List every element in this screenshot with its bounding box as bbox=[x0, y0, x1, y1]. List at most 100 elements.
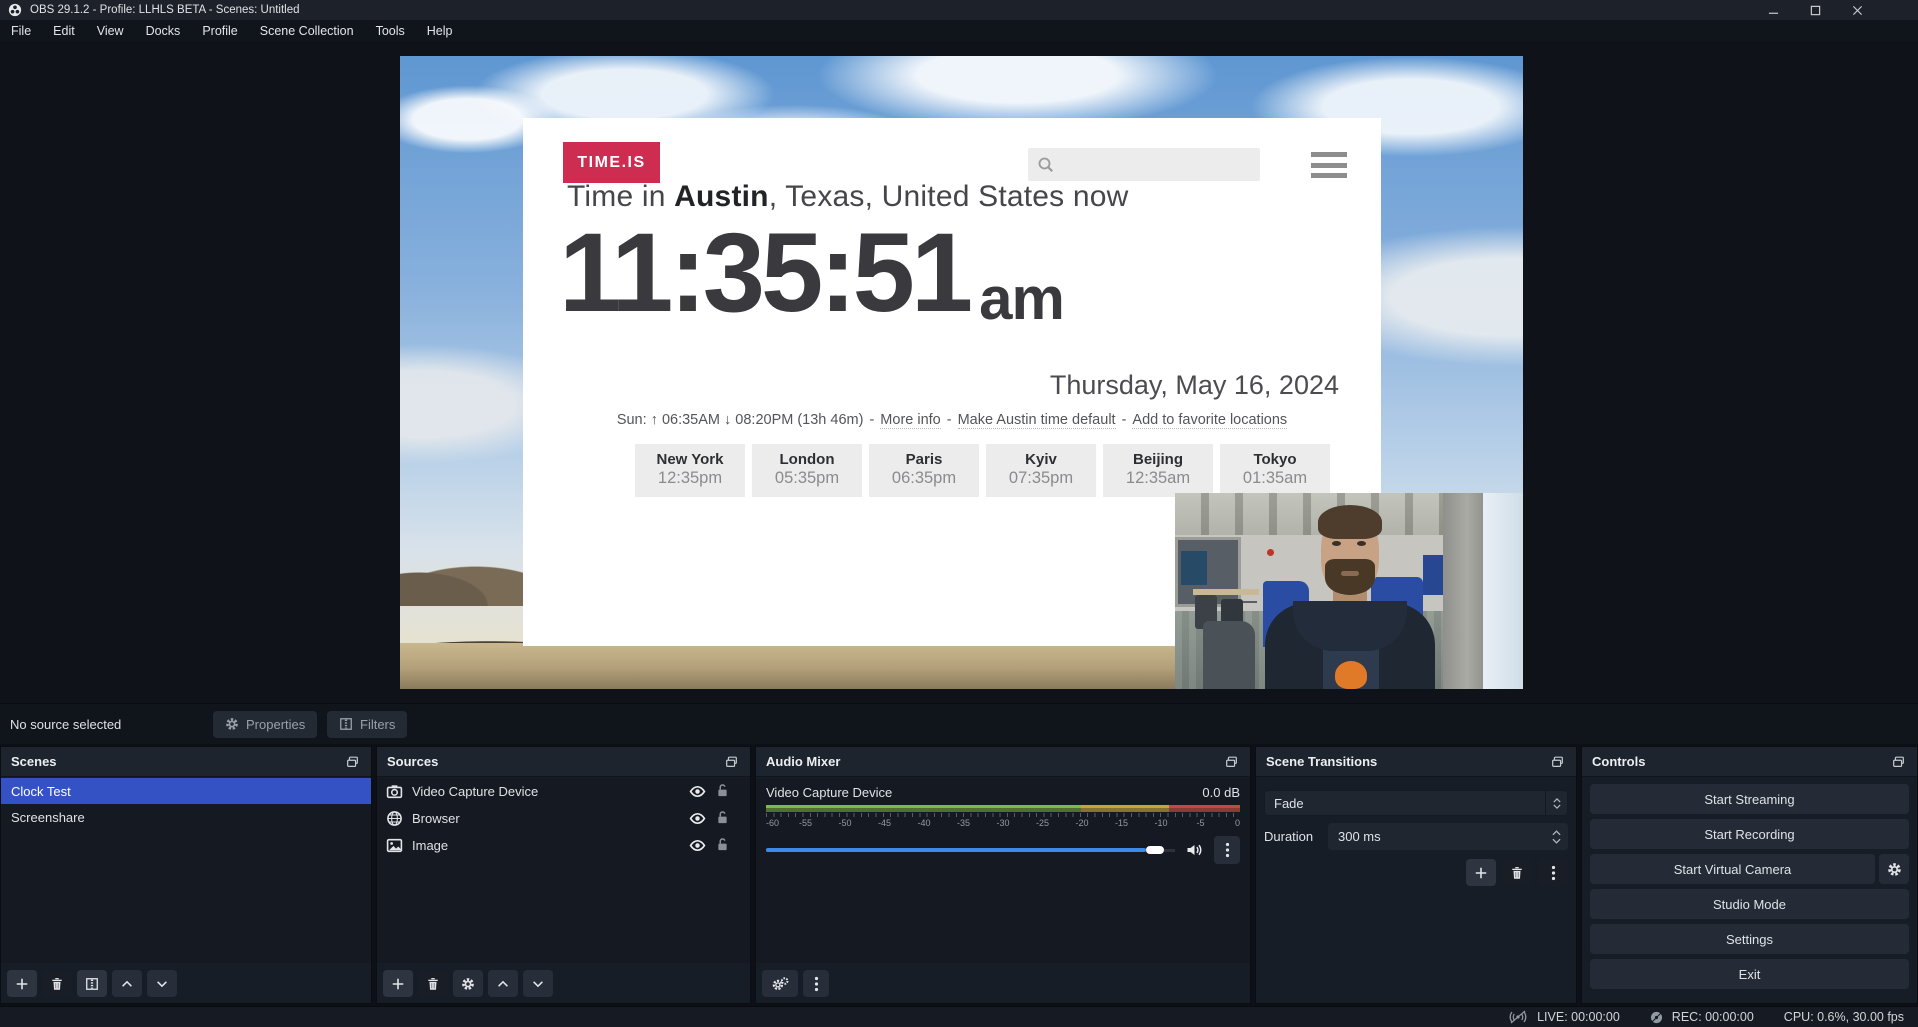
obs-logo-icon bbox=[8, 3, 22, 17]
sun-times: Sun: ↑ 06:35AM ↓ 08:20PM (13h 46m) bbox=[617, 412, 864, 429]
obs-window: OBS 29.1.2 - Profile: LLHLS BETA - Scene… bbox=[0, 0, 1918, 1027]
start-recording-button[interactable]: Start Recording bbox=[1590, 819, 1909, 849]
spin-down-icon[interactable] bbox=[1552, 838, 1561, 844]
webcam-person-hair bbox=[1318, 505, 1382, 539]
menu-edit[interactable]: Edit bbox=[42, 20, 86, 41]
hamburger-menu-icon bbox=[1311, 152, 1347, 178]
start-streaming-button[interactable]: Start Streaming bbox=[1590, 784, 1909, 814]
broadcast-off-icon bbox=[1508, 1010, 1528, 1024]
mixer-channel-menu-button[interactable] bbox=[1214, 836, 1240, 864]
preview-canvas[interactable]: TIME.IS Time in Austin, Texas, United St… bbox=[400, 56, 1523, 689]
remove-source-button[interactable] bbox=[418, 970, 448, 997]
source-toolbar: No source selected Properties Filters bbox=[0, 703, 1918, 744]
start-virtual-camera-button[interactable]: Start Virtual Camera bbox=[1590, 854, 1875, 884]
volume-slider-handle[interactable] bbox=[1146, 846, 1164, 854]
lock-icon[interactable] bbox=[715, 783, 732, 800]
transition-select[interactable]: Fade bbox=[1264, 790, 1568, 816]
popout-icon[interactable] bbox=[1222, 754, 1240, 770]
remove-transition-button[interactable] bbox=[1502, 859, 1532, 886]
image-icon bbox=[386, 837, 403, 854]
source-row-image[interactable]: Image bbox=[377, 832, 750, 859]
scene-transitions-panel: Scene Transitions Fade Duration 300 ms bbox=[1255, 746, 1577, 1004]
exit-button[interactable]: Exit bbox=[1590, 959, 1909, 989]
move-scene-down-button[interactable] bbox=[147, 970, 177, 997]
speaker-icon[interactable] bbox=[1185, 842, 1204, 858]
filter-icon bbox=[339, 717, 353, 731]
webcam-video-source[interactable] bbox=[1175, 493, 1523, 689]
audio-mixer-header[interactable]: Audio Mixer bbox=[756, 747, 1250, 777]
add-transition-button[interactable] bbox=[1466, 859, 1496, 886]
duration-spinbox[interactable]: 300 ms bbox=[1328, 823, 1568, 850]
advanced-audio-properties-button[interactable] bbox=[762, 970, 798, 997]
timeis-heading: Time in Austin, Texas, United States now bbox=[567, 180, 1129, 214]
spin-up-icon[interactable] bbox=[1552, 830, 1561, 836]
move-scene-up-button[interactable] bbox=[112, 970, 142, 997]
audio-mixer-panel: Audio Mixer Video Capture Device 0.0 dB … bbox=[755, 746, 1251, 1004]
webcam-person-eye bbox=[1332, 541, 1341, 546]
controls-header[interactable]: Controls bbox=[1582, 747, 1917, 777]
combo-arrows-icon[interactable] bbox=[1545, 791, 1567, 815]
dock-area: Scenes Clock Test Screenshare Sources bbox=[0, 744, 1918, 1006]
remove-scene-button[interactable] bbox=[42, 970, 72, 997]
scenes-list: Clock Test Screenshare bbox=[1, 778, 371, 963]
webcam-person-mouth bbox=[1341, 571, 1359, 576]
popout-icon[interactable] bbox=[1548, 754, 1566, 770]
settings-button[interactable]: Settings bbox=[1590, 924, 1909, 954]
studio-mode-button[interactable]: Studio Mode bbox=[1590, 889, 1909, 919]
lock-icon[interactable] bbox=[715, 837, 732, 854]
visibility-eye-icon[interactable] bbox=[689, 783, 706, 800]
menu-bar: File Edit View Docks Profile Scene Colle… bbox=[0, 20, 1918, 41]
volume-slider[interactable] bbox=[766, 843, 1175, 857]
webcam-chair-back bbox=[1203, 621, 1255, 689]
source-row-video-capture[interactable]: Video Capture Device bbox=[377, 778, 750, 805]
filters-button[interactable]: Filters bbox=[327, 711, 407, 738]
timeis-clock: 11:35:51 am bbox=[559, 214, 1064, 332]
menu-profile[interactable]: Profile bbox=[191, 20, 248, 41]
preview-area: TIME.IS Time in Austin, Texas, United St… bbox=[0, 41, 1918, 703]
timeis-sun-line: Sun: ↑ 06:35AM ↓ 08:20PM (13h 46m) - Mor… bbox=[523, 412, 1381, 429]
webcam-shirt-logo bbox=[1335, 661, 1367, 689]
timeis-date: Thursday, May 16, 2024 bbox=[1050, 370, 1339, 401]
source-properties-button[interactable] bbox=[453, 970, 483, 997]
scene-transitions-header[interactable]: Scene Transitions bbox=[1256, 747, 1576, 777]
webcam-person-eye bbox=[1357, 541, 1366, 546]
close-button[interactable] bbox=[1836, 0, 1878, 20]
duration-label: Duration bbox=[1264, 829, 1328, 844]
mixer-menu-button[interactable] bbox=[803, 970, 829, 997]
source-row-browser[interactable]: Browser bbox=[377, 805, 750, 832]
scene-item-clock-test[interactable]: Clock Test bbox=[1, 778, 371, 804]
scenes-header[interactable]: Scenes bbox=[1, 747, 371, 777]
scenes-toolbar bbox=[7, 970, 177, 997]
menu-help[interactable]: Help bbox=[416, 20, 464, 41]
popout-icon[interactable] bbox=[722, 754, 740, 770]
record-off-icon bbox=[1650, 1011, 1663, 1024]
minimize-button[interactable] bbox=[1752, 0, 1794, 20]
sources-header[interactable]: Sources bbox=[377, 747, 750, 777]
virtual-camera-settings-button[interactable] bbox=[1879, 854, 1909, 884]
status-bar: LIVE: 00:00:00 REC: 00:00:00 CPU: 0.6%, … bbox=[0, 1006, 1918, 1027]
maximize-button[interactable] bbox=[1794, 0, 1836, 20]
webcam-monitor bbox=[1181, 551, 1207, 585]
popout-icon[interactable] bbox=[1889, 754, 1907, 770]
move-source-down-button[interactable] bbox=[523, 970, 553, 997]
menu-docks[interactable]: Docks bbox=[135, 20, 192, 41]
controls-panel: Controls Start Streaming Start Recording… bbox=[1581, 746, 1918, 1004]
visibility-eye-icon[interactable] bbox=[689, 810, 706, 827]
add-scene-button[interactable] bbox=[7, 970, 37, 997]
add-source-button[interactable] bbox=[383, 970, 413, 997]
menu-tools[interactable]: Tools bbox=[365, 20, 416, 41]
scene-filters-button[interactable] bbox=[77, 970, 107, 997]
menu-view[interactable]: View bbox=[86, 20, 135, 41]
scene-item-screenshare[interactable]: Screenshare bbox=[1, 804, 371, 830]
transition-properties-menu-button[interactable] bbox=[1538, 859, 1568, 886]
menu-scene-collection[interactable]: Scene Collection bbox=[249, 20, 365, 41]
city-box: Paris06:35pm bbox=[869, 444, 979, 497]
lock-icon[interactable] bbox=[715, 810, 732, 827]
properties-button[interactable]: Properties bbox=[213, 711, 317, 738]
title-bar: OBS 29.1.2 - Profile: LLHLS BETA - Scene… bbox=[0, 0, 1918, 20]
visibility-eye-icon[interactable] bbox=[689, 837, 706, 854]
city-box: Beijing12:35am bbox=[1103, 444, 1213, 497]
popout-icon[interactable] bbox=[343, 754, 361, 770]
move-source-up-button[interactable] bbox=[488, 970, 518, 997]
menu-file[interactable]: File bbox=[0, 20, 42, 41]
